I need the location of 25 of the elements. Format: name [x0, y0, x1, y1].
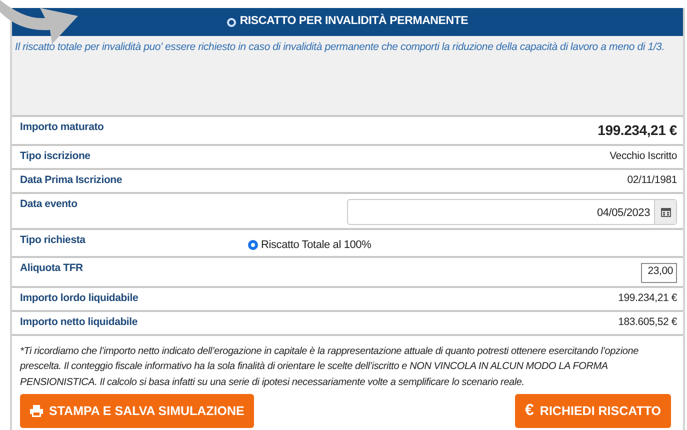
field-value: 199.234,21 €	[618, 291, 677, 306]
calendar-icon	[660, 206, 670, 216]
field-label: Data Prima Iscrizione	[20, 172, 124, 188]
field-value: 183.605,52 €	[618, 314, 677, 330]
description-text: Il riscatto totale per invalidità puo' essere richiesto in caso di invalidità permanente che comporti la riduzione della capacità di lavoro a meno di 1/3.	[15, 41, 664, 53]
date-field[interactable]: 04/05/2023	[347, 198, 677, 224]
field-value: 02/11/1981	[627, 172, 677, 188]
field-value: Vecchio Iscritto	[610, 149, 677, 164]
radio-button[interactable]	[248, 240, 258, 250]
field-label: Data evento	[20, 196, 78, 212]
field-value: 199.234,21 €	[598, 121, 677, 140]
field-label: Importo maturato	[20, 120, 105, 135]
field-label: Importo netto liquidabile	[20, 314, 138, 330]
radio-label: Riscatto Totale al 100%	[261, 238, 372, 252]
rate-field[interactable]: 23,00	[641, 263, 677, 283]
panel-title: RISCATTO PER INVALIDITÀ PERMANENTE	[240, 13, 468, 30]
field-label: Aliquota TFR	[20, 261, 84, 276]
disclaimer-text: *Ti ricordiamo che l’importo netto indicato dell’erogazione in capitale è la rappresentazione attuale di quanto potresti ottenere esercitando l’opzione prescelta. Il conteggio fiscale informativo ha la sola finalità di orientare le scelte dell’iscritto e NON VINCOLA IN ALCUN MODO LA FORMA PENSIONISTICA. Il calcolo si basa infatti su una serie di ipotesi necessariamente volte a semplificare lo scenario reale.	[18, 344, 640, 390]
euro-icon: €	[525, 399, 534, 423]
radio-icon	[226, 18, 236, 26]
printer-icon	[30, 405, 43, 417]
field-label: Importo lordo liquidabile	[20, 291, 140, 306]
calendar-button[interactable]	[654, 200, 676, 224]
field-label: Tipo richiesta	[20, 232, 86, 248]
field-label: Tipo iscrizione	[20, 149, 92, 164]
